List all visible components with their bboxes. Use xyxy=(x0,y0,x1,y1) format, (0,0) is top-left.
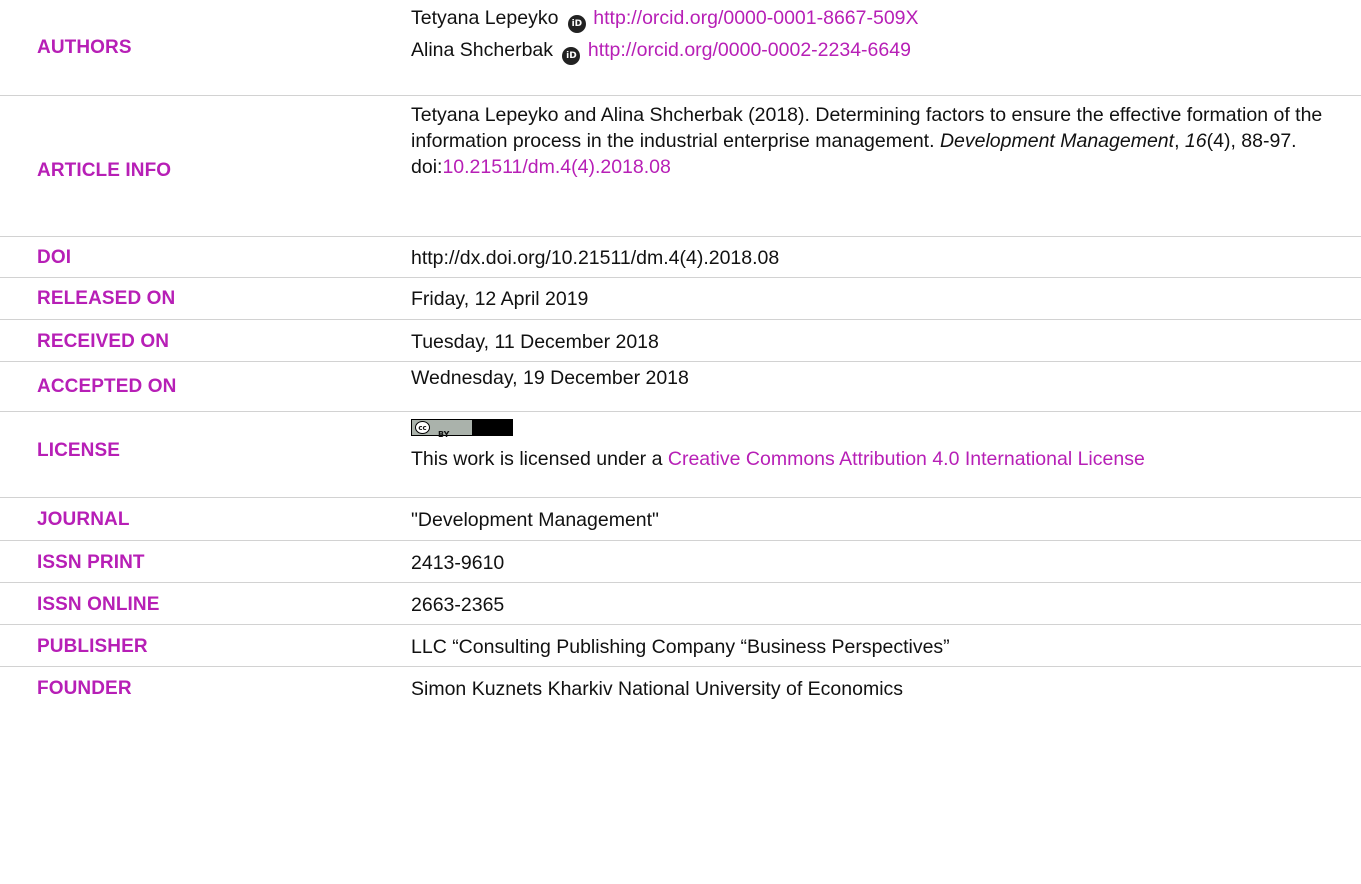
received-label: RECEIVED ON xyxy=(37,331,170,352)
orcid-link[interactable]: http://orcid.org/0000-0002-2234-6649 xyxy=(588,39,911,61)
authors-list: Tetyana Lepeyko iD http://orcid.org/0000… xyxy=(411,2,1351,66)
author-name: Tetyana Lepeyko xyxy=(411,7,559,29)
received-row: RECEIVED ON Tuesday, 11 December 2018 xyxy=(0,320,1361,362)
doi-label: DOI xyxy=(37,247,72,268)
orcid-icon: iD xyxy=(562,47,581,65)
received-value: Tuesday, 11 December 2018 xyxy=(411,331,659,353)
license-label: LICENSE xyxy=(37,440,121,461)
released-value: Friday, 12 April 2019 xyxy=(411,288,589,310)
issn-print-label: ISSN PRINT xyxy=(37,552,145,573)
license-text: This work is licensed under a Creative C… xyxy=(411,446,1351,472)
license-value: cc BY This work is licensed under a Crea… xyxy=(411,419,1351,472)
journal-label: JOURNAL xyxy=(37,509,130,530)
accepted-value: Wednesday, 19 December 2018 xyxy=(411,367,689,389)
cc-badge-by: BY xyxy=(438,430,450,439)
issn-print-row: ISSN PRINT 2413-9610 xyxy=(0,541,1361,583)
journal-row: JOURNAL "Development Management" xyxy=(0,498,1361,541)
orcid-icon: iD xyxy=(567,15,586,33)
issn-print-value: 2413-9610 xyxy=(411,552,505,574)
license-link[interactable]: Creative Commons Attribution 4.0 Interna… xyxy=(668,448,1145,470)
journal-value: "Development Management" xyxy=(411,509,659,531)
citation-journal: Development Management xyxy=(939,130,1175,152)
released-row: RELEASED ON Friday, 12 April 2019 xyxy=(0,278,1361,320)
citation-issue-pages: (4), 88-97. xyxy=(1206,130,1297,152)
author-item: Alina Shcherbak iD http://orcid.org/0000… xyxy=(411,34,1351,66)
article-metadata-table: AUTHORS Tetyana Lepeyko iD http://orcid.… xyxy=(0,0,1361,707)
founder-row: FOUNDER Simon Kuznets Kharkiv National U… xyxy=(0,667,1361,707)
issn-online-row: ISSN ONLINE 2663-2365 xyxy=(0,583,1361,625)
doi-value: http://dx.doi.org/10.21511/dm.4(4).2018.… xyxy=(411,247,780,269)
authors-row: AUTHORS Tetyana Lepeyko iD http://orcid.… xyxy=(0,0,1361,96)
license-row: LICENSE cc BY This work is licensed unde… xyxy=(0,412,1361,498)
founder-label: FOUNDER xyxy=(37,678,132,699)
article-info-row: ARTICLE INFO Tetyana Lepeyko and Alina S… xyxy=(0,96,1361,237)
authors-label: AUTHORS xyxy=(37,37,132,58)
doi-row: DOI http://dx.doi.org/10.21511/dm.4(4).2… xyxy=(0,237,1361,278)
article-info-label: ARTICLE INFO xyxy=(37,160,172,181)
cc-badge-cc: cc xyxy=(415,421,430,434)
citation-doi-link[interactable]: 10.21511/dm.4(4).2018.08 xyxy=(442,156,670,178)
citation-separator: , xyxy=(1174,130,1185,152)
author-item: Tetyana Lepeyko iD http://orcid.org/0000… xyxy=(411,2,1351,34)
accepted-label: ACCEPTED ON xyxy=(37,376,177,397)
issn-online-label: ISSN ONLINE xyxy=(37,594,160,615)
publisher-label: PUBLISHER xyxy=(37,636,148,657)
citation-doi-prefix: doi: xyxy=(411,156,443,178)
accepted-row: ACCEPTED ON Wednesday, 19 December 2018 xyxy=(0,362,1361,412)
orcid-link[interactable]: http://orcid.org/0000-0001-8667-509X xyxy=(593,7,918,29)
author-name: Alina Shcherbak xyxy=(411,39,554,61)
released-label: RELEASED ON xyxy=(37,288,176,309)
article-citation: Tetyana Lepeyko and Alina Shcherbak (201… xyxy=(411,102,1351,180)
publisher-value: LLC “Consulting Publishing Company “Busi… xyxy=(411,636,950,658)
citation-volume: 16 xyxy=(1184,130,1207,152)
issn-online-value: 2663-2365 xyxy=(411,594,505,616)
license-text-prefix: This work is licensed under a xyxy=(411,448,668,470)
founder-value: Simon Kuznets Kharkiv National Universit… xyxy=(411,678,904,700)
cc-by-badge-icon[interactable]: cc BY xyxy=(411,419,513,439)
publisher-row: PUBLISHER LLC “Consulting Publishing Com… xyxy=(0,625,1361,667)
